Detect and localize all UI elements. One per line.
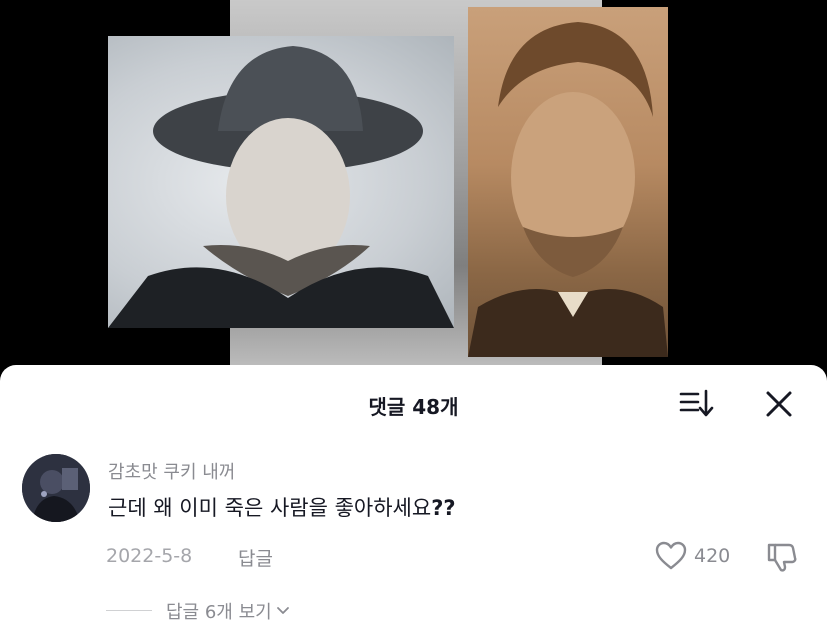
portrait-photo-left [108, 36, 454, 328]
portrait-photo-right [468, 7, 668, 357]
dislike-button[interactable] [765, 540, 799, 574]
heart-icon [655, 541, 687, 570]
sort-button[interactable] [678, 387, 714, 419]
view-replies-label: 답글 6개 보기 [166, 602, 272, 623]
thumbs-down-icon [767, 543, 797, 572]
comment-date: 2022-5-8 [106, 545, 193, 567]
replies-divider [106, 610, 152, 611]
view-replies-button[interactable]: 답글 6개 보기 [166, 598, 290, 624]
reply-button[interactable]: 답글 [238, 544, 273, 571]
chevron-down-icon [276, 607, 289, 614]
like-button[interactable] [654, 540, 688, 572]
avatar[interactable] [22, 454, 90, 522]
close-icon [766, 391, 792, 417]
comment-username[interactable]: 감초맛 쿠키 내꺼 [108, 458, 235, 484]
comment-text-main: 근데 왜 이미 죽은 사람을 좋아하세요 [108, 496, 432, 520]
like-count: 420 [694, 545, 731, 567]
comment-text-punct: ?? [431, 496, 456, 520]
comment-text: 근데 왜 이미 죽은 사람을 좋아하세요?? [108, 492, 456, 522]
close-button[interactable] [762, 387, 796, 421]
sort-icon [679, 389, 714, 417]
video-background[interactable] [0, 0, 827, 380]
